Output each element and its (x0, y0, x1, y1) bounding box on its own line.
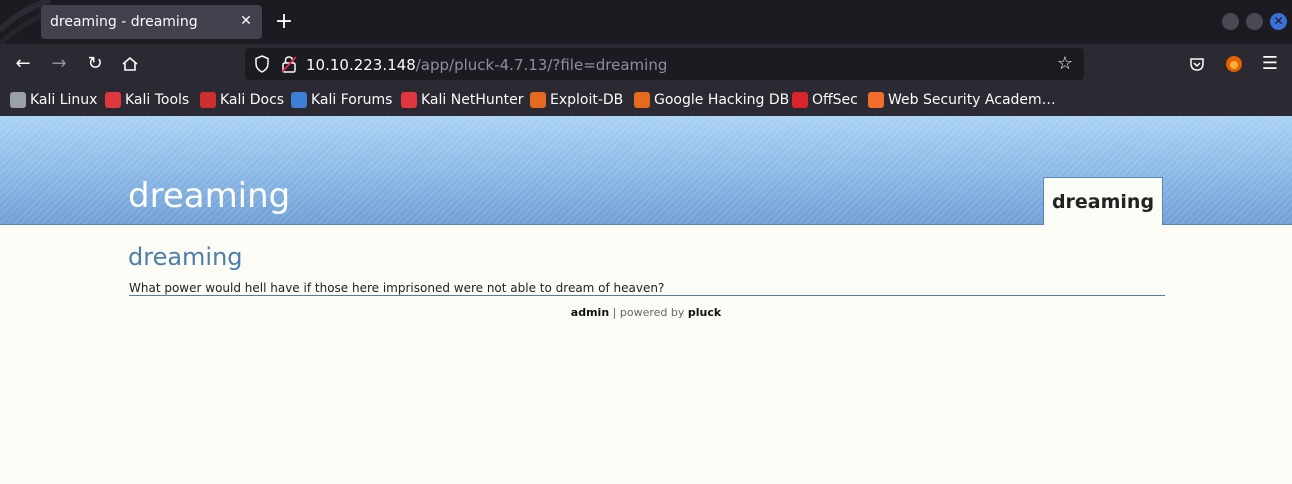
hamburger-menu-icon[interactable]: ☰ (1258, 52, 1282, 76)
close-tab-icon[interactable]: ✕ (238, 13, 254, 29)
new-tab-button[interactable]: + (272, 10, 296, 34)
bookmark-exploit-db[interactable]: Exploit-DB (530, 91, 623, 109)
kali-docs-icon (200, 92, 216, 108)
kali-dragon-icon (10, 92, 26, 108)
forward-arrow-icon[interactable]: → (47, 52, 71, 76)
kali-tools-icon (105, 92, 121, 108)
exploit-db-icon (530, 92, 546, 108)
web-security-academy-icon (868, 92, 884, 108)
url-path: /app/pluck-4.7.13/?file=dreaming (415, 56, 668, 74)
tab-title: dreaming - dreaming (50, 14, 198, 30)
pluck-link[interactable]: pluck (688, 306, 721, 319)
home-icon[interactable] (118, 52, 142, 76)
tracking-protection-shield-icon[interactable] (252, 54, 272, 74)
bookmark-kali-docs[interactable]: Kali Docs (200, 91, 284, 109)
bookmark-kali-nethunter[interactable]: Kali NetHunter (401, 91, 523, 109)
pocket-icon[interactable] (1185, 52, 1209, 76)
url-text[interactable]: 10.10.223.148/app/pluck-4.7.13/?file=dre… (306, 56, 667, 74)
site-title[interactable]: dreaming (128, 176, 290, 216)
admin-link[interactable]: admin (571, 306, 609, 319)
bookmark-offsec[interactable]: OffSec (792, 91, 858, 109)
bookmark-web-security-academy[interactable]: Web Security Academ… (868, 91, 1056, 109)
bookmarks-toolbar: Kali Linux Kali Tools Kali Docs Kali For… (0, 84, 1292, 116)
web-page: dreaming dreaming dreaming What power wo… (0, 116, 1292, 484)
insecure-lock-icon[interactable] (279, 54, 299, 74)
nav-tab-dreaming[interactable]: dreaming (1043, 177, 1163, 225)
offsec-icon (792, 92, 808, 108)
bookmark-google-hacking-db[interactable]: Google Hacking DB (634, 91, 789, 109)
address-bar[interactable]: 10.10.223.148/app/pluck-4.7.13/?file=dre… (245, 48, 1084, 80)
bookmark-kali-tools[interactable]: Kali Tools (105, 91, 189, 109)
bookmark-kali-linux[interactable]: Kali Linux (10, 91, 97, 109)
close-window-button[interactable]: ✕ (1270, 13, 1287, 30)
browser-navigation-bar: ← → ↻ 10.10.223.148/app/pluck-4.7.13/?fi… (0, 44, 1292, 84)
site-header: dreaming dreaming (0, 116, 1292, 225)
page-body-text: What power would hell have if those here… (129, 281, 665, 295)
content-divider (129, 295, 1165, 296)
browser-tab-active[interactable]: dreaming - dreaming ✕ (41, 5, 262, 39)
reload-icon[interactable]: ↻ (83, 52, 107, 76)
extension-fox-icon[interactable] (1222, 52, 1246, 76)
page-footer: admin | powered by pluck (0, 306, 1292, 319)
ghdb-icon (634, 92, 650, 108)
kali-nethunter-icon (401, 92, 417, 108)
page-heading: dreaming (128, 243, 243, 271)
nav-tab-label: dreaming (1051, 191, 1155, 213)
maximize-window-button[interactable] (1246, 13, 1263, 30)
url-host: 10.10.223.148 (306, 56, 416, 74)
back-arrow-icon[interactable]: ← (11, 52, 35, 76)
footer-powered-by: | powered by (609, 306, 688, 319)
bookmark-kali-forums[interactable]: Kali Forums (291, 91, 392, 109)
minimize-window-button[interactable] (1222, 13, 1239, 30)
bookmark-star-icon[interactable]: ☆ (1054, 53, 1076, 75)
browser-tab-bar: dreaming - dreaming ✕ + ✕ (0, 0, 1292, 44)
kali-forums-icon (291, 92, 307, 108)
